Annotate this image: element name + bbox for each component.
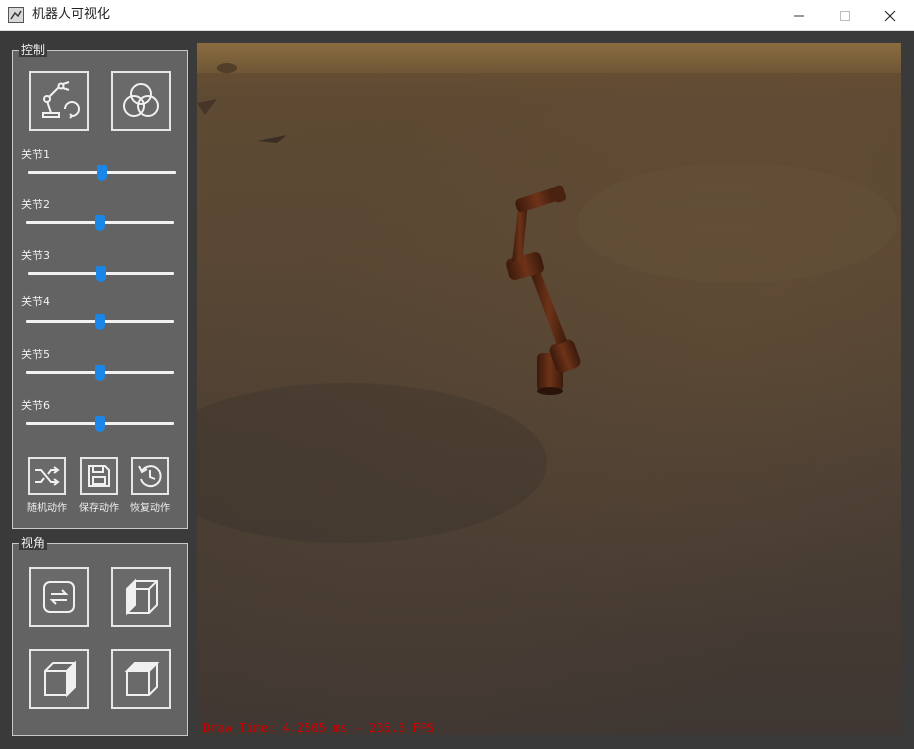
maximize-button[interactable] [822,0,868,31]
save-action-button[interactable] [80,457,118,495]
random-action-label: 随机动作 [27,503,67,514]
joint3-label: 关节3 [21,249,50,262]
reset-view-icon [43,581,75,613]
restore-history-icon [138,465,162,488]
view-group: 视角 [12,536,188,736]
robot-arm-icon [42,81,80,119]
slider-thumb[interactable] [95,314,105,330]
control-group-title: 控制 [19,43,48,57]
slider-thumb[interactable] [95,416,105,432]
reset-view-button[interactable] [29,567,89,627]
robot-arm-model [506,185,581,395]
control-group: 控制 关节1 关节2 关节3 关节4 关节5 关节6 随机动作 保存动作 恢复动… [12,43,188,529]
minimize-button[interactable] [776,0,822,31]
joint6-label: 关节6 [21,399,50,412]
color-mix-button[interactable] [111,71,171,131]
3d-viewport[interactable]: Draw Time: 4.2505 ms - 235.3 FPS [197,43,901,735]
minimize-icon [794,15,804,16]
save-action-label: 保存动作 [79,503,119,514]
cube-front-face-icon [44,660,76,698]
floppy-disk-icon [88,465,110,487]
restore-action-label: 恢复动作 [130,503,170,514]
slider-thumb[interactable] [96,266,106,282]
window-title: 机器人可视化 [32,7,111,22]
restore-action-button[interactable] [131,457,169,495]
shuffle-icon [35,466,60,486]
robot-arm-button[interactable] [29,71,89,131]
joint2-label: 关节2 [21,198,50,211]
slider-thumb[interactable] [95,215,105,231]
view-cube-top-button[interactable] [111,649,171,709]
color-circles-icon [123,83,159,117]
app-icon [8,7,24,23]
cube-left-face-icon [126,578,158,616]
random-action-button[interactable] [28,457,66,495]
view-group-title: 视角 [19,536,48,550]
view-cube-front-button[interactable] [29,649,89,709]
joint5-label: 关节5 [21,348,50,361]
slider-thumb[interactable] [97,165,107,181]
client-area: 控制 关节1 关节2 关节3 关节4 关节5 关节6 随机动作 保存动作 恢复动… [0,31,914,749]
close-button[interactable] [867,0,913,31]
title-bar: 机器人可视化 [0,0,914,31]
joint1-label: 关节1 [21,148,50,161]
maximize-icon [840,10,850,21]
cube-top-face-icon [124,662,160,696]
slider-thumb[interactable] [95,365,105,381]
fps-overlay: Draw Time: 4.2505 ms - 235.3 FPS [203,721,435,735]
joint4-label: 关节4 [21,295,50,308]
close-icon [884,10,896,21]
view-cube-left-button[interactable] [111,567,171,627]
